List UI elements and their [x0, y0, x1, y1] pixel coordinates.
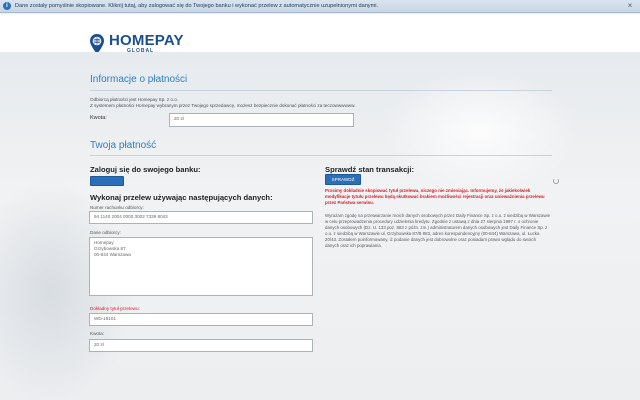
logo-wordmark: HOMEPAY: [109, 32, 184, 49]
close-icon[interactable]: ×: [626, 2, 634, 10]
transfer-amount-field[interactable]: 20 zł: [89, 339, 313, 352]
bank-login-heading: Zaloguj się do swojego banku:: [90, 165, 201, 174]
amount-field[interactable]: 20 zł: [169, 113, 354, 127]
recipient-city: 00-844 Warszawa: [94, 252, 131, 257]
notification-text[interactable]: Dane zostały pomyślnie skopiowane. Klikn…: [15, 3, 378, 9]
transfer-title-field[interactable]: WD-19101: [89, 313, 313, 326]
transfer-amount-label: Kwota:: [90, 331, 105, 336]
account-label: Numer rachunku odbiorcy:: [90, 205, 144, 210]
divider: [90, 155, 552, 156]
payment-info-title: Informacje o płatności: [90, 74, 188, 85]
transfer-heading: Wykonaj przelew używając następujących d…: [90, 193, 273, 202]
check-status-button[interactable]: SPRAWDŹ: [325, 174, 361, 185]
info-icon: i: [3, 2, 11, 10]
loading-spinner-icon: [553, 178, 559, 184]
amount-label: Kwota:: [90, 115, 107, 121]
account-number-field[interactable]: 94 1140 2004 0000 3002 7339 8043: [89, 211, 313, 224]
recipient-data-label: Dane odbiorcy:: [90, 230, 121, 235]
privacy-consent-text: Wyrażam zgodę na przetwarzanie moich dan…: [325, 213, 551, 248]
title-warning-text: Prosimy dokładnie skopiować tytuł przele…: [325, 188, 545, 205]
description-line: Z systemem płatności Homepay wybranym pr…: [90, 103, 356, 108]
recipient-data-field[interactable]: Homepay Grzybowska 87 00-844 Warszawa: [89, 237, 313, 296]
divider: [90, 90, 552, 91]
check-status-heading: Sprawdź stan transakcji:: [325, 165, 415, 174]
main-content: Informacje o płatności Odbiorcą płatnośc…: [86, 52, 559, 400]
your-payment-title: Twoja płatność: [90, 140, 157, 151]
transfer-title-label: Dokładny tytuł przelewu:: [90, 306, 140, 311]
bank-login-button[interactable]: [90, 176, 124, 186]
notification-bar[interactable]: i Dane zostały pomyślnie skopiowane. Kli…: [0, 0, 640, 13]
site-header: HOMEPAY GLOBAL: [0, 14, 640, 54]
